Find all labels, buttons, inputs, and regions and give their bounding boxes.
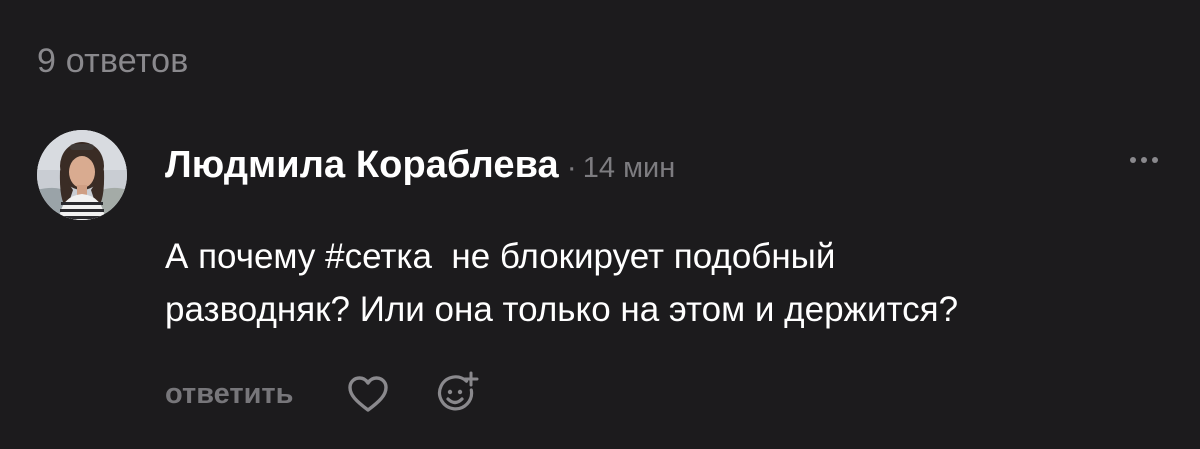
- avatar[interactable]: [37, 130, 127, 220]
- comment-body: А почему #сетка не блокирует подобный ра…: [165, 237, 959, 329]
- replies-count[interactable]: 9 ответов: [37, 42, 189, 81]
- add-reaction-button[interactable]: [433, 371, 479, 417]
- heart-icon: [348, 376, 389, 412]
- comment-thread: 9 ответов Людмила Кораблева · 14 мин А п…: [0, 0, 1200, 449]
- comment-time: 14 мин: [582, 152, 676, 184]
- author-name[interactable]: Людмила Кораблева: [165, 144, 559, 186]
- emoji-add-icon: [438, 371, 479, 411]
- like-button[interactable]: [345, 371, 391, 417]
- more-dots-icon: [1130, 157, 1158, 163]
- comment-header: Людмила Кораблева · 14 мин: [165, 144, 675, 187]
- more-options-button[interactable]: [1128, 152, 1160, 168]
- meta-separator: ·: [566, 151, 577, 184]
- avatar-photo: [37, 130, 127, 220]
- reply-button[interactable]: ответить: [165, 378, 293, 411]
- comment-actions: ответить: [165, 371, 479, 417]
